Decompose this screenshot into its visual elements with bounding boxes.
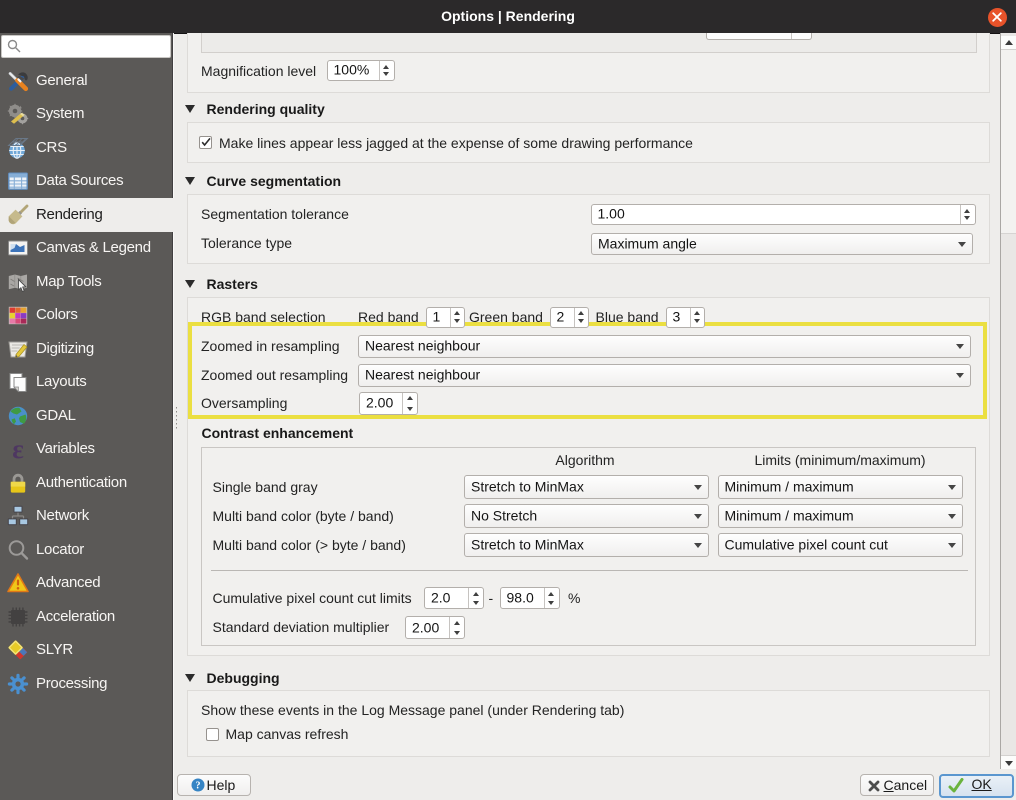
svg-text:ε: ε: [12, 437, 24, 461]
svg-text:?: ?: [195, 781, 200, 792]
